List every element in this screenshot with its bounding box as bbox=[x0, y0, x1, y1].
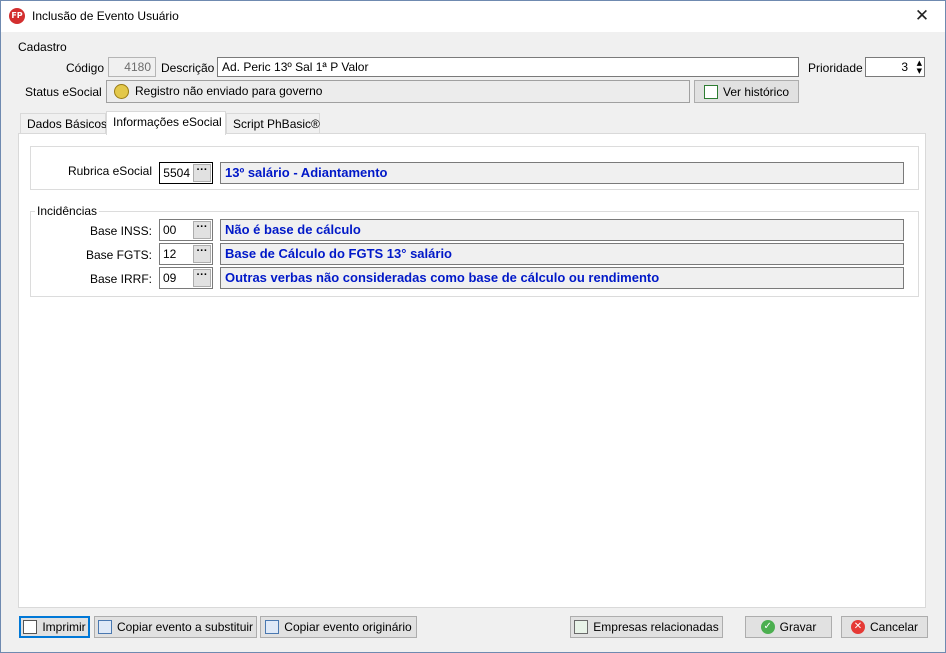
base-fgts-description: Base de Cálculo do FGTS 13° salário bbox=[220, 243, 904, 265]
rubrica-description: 13º salário - Adiantamento bbox=[220, 162, 904, 184]
warning-status-icon bbox=[114, 84, 129, 99]
prioridade-value: 3 bbox=[901, 60, 908, 74]
base-inss-description: Não é base de cálculo bbox=[220, 219, 904, 241]
status-value: Registro não enviado para governo bbox=[135, 84, 323, 98]
base-irrf-input[interactable]: 09 ··· bbox=[159, 267, 213, 289]
descricao-input[interactable]: Ad. Peric 13º Sal 1ª P Valor bbox=[217, 57, 799, 77]
window-title: Inclusão de Evento Usuário bbox=[32, 9, 179, 23]
descricao-label: Descrição bbox=[161, 61, 215, 75]
base-irrf-lookup-button[interactable]: ··· bbox=[193, 269, 211, 287]
copiar-originario-button[interactable]: Copiar evento originário bbox=[260, 616, 417, 638]
rubrica-label: Rubrica eSocial bbox=[67, 164, 152, 178]
incidencias-legend: Incidências bbox=[35, 204, 100, 218]
history-document-icon bbox=[703, 84, 718, 99]
status-label: Status eSocial bbox=[25, 85, 102, 99]
copy-icon bbox=[265, 620, 280, 634]
empresas-label: Empresas relacionadas bbox=[593, 620, 719, 634]
tab-panel-esocial: Rubrica eSocial 5504 ··· 13º salário - A… bbox=[18, 133, 926, 608]
rubrica-lookup-button[interactable]: ··· bbox=[193, 164, 211, 182]
base-irrf-code: 09 bbox=[163, 271, 177, 285]
cadastro-legend: Cadastro bbox=[18, 40, 67, 54]
copy-icon bbox=[97, 620, 112, 634]
base-irrf-label: Base IRRF: bbox=[89, 272, 152, 286]
base-fgts-lookup-button[interactable]: ··· bbox=[193, 245, 211, 263]
spin-arrows-icon[interactable]: ▲ ▼ bbox=[917, 59, 922, 75]
base-inss-input[interactable]: 00 ··· bbox=[159, 219, 213, 241]
copiar-originario-label: Copiar evento originário bbox=[284, 620, 412, 634]
base-inss-code: 00 bbox=[163, 223, 177, 237]
imprimir-label: Imprimir bbox=[42, 620, 86, 634]
tab-dados-basicos[interactable]: Dados Básicos bbox=[20, 113, 107, 134]
app-logo-icon: FP bbox=[9, 8, 25, 24]
incidencias-group: Incidências Base INSS: 00 ··· Não é base… bbox=[30, 204, 919, 297]
ver-historico-label: Ver histórico bbox=[722, 84, 790, 99]
cancelar-label: Cancelar bbox=[869, 620, 919, 634]
gravar-label: Gravar bbox=[779, 620, 817, 634]
base-inss-lookup-button[interactable]: ··· bbox=[193, 221, 211, 239]
prioridade-spinner[interactable]: 3 ▲ ▼ bbox=[865, 57, 925, 77]
tab-informacoes-esocial[interactable]: Informações eSocial bbox=[106, 111, 226, 135]
dialog-window: FP Inclusão de Evento Usuário ✕ Cadastro… bbox=[0, 0, 946, 653]
empresas-relacionadas-button[interactable]: Empresas relacionadas bbox=[570, 616, 723, 638]
prioridade-label: Prioridade bbox=[808, 61, 863, 75]
check-icon: ✓ bbox=[760, 620, 775, 634]
gravar-button[interactable]: ✓ Gravar bbox=[745, 616, 832, 638]
companies-icon bbox=[574, 620, 589, 634]
status-field: Registro não enviado para governo bbox=[106, 80, 690, 103]
ver-historico-button[interactable]: Ver histórico bbox=[694, 80, 799, 103]
codigo-label: Código bbox=[65, 61, 104, 75]
title-bar: FP Inclusão de Evento Usuário ✕ bbox=[1, 1, 945, 32]
copiar-substituir-label: Copiar evento a substituir bbox=[116, 620, 254, 634]
close-button[interactable]: ✕ bbox=[899, 1, 945, 32]
rubrica-code-input[interactable]: 5504 ··· bbox=[159, 162, 213, 184]
copiar-substituir-button[interactable]: Copiar evento a substituir bbox=[94, 616, 257, 638]
tab-script-phbasic[interactable]: Script PhBasic® bbox=[226, 113, 320, 134]
imprimir-button[interactable]: Imprimir bbox=[19, 616, 90, 638]
cancelar-button[interactable]: ✕ Cancelar bbox=[841, 616, 928, 638]
base-irrf-description: Outras verbas não consideradas como base… bbox=[220, 267, 904, 289]
rubrica-code: 5504 bbox=[163, 166, 190, 180]
printer-icon bbox=[23, 620, 38, 634]
base-fgts-code: 12 bbox=[163, 247, 177, 261]
rubrica-group: Rubrica eSocial 5504 ··· 13º salário - A… bbox=[30, 146, 919, 190]
base-fgts-input[interactable]: 12 ··· bbox=[159, 243, 213, 265]
cancel-icon: ✕ bbox=[850, 620, 865, 634]
base-inss-label: Base INSS: bbox=[89, 224, 152, 238]
codigo-field: 4180 bbox=[108, 57, 156, 77]
base-fgts-label: Base FGTS: bbox=[85, 248, 152, 262]
